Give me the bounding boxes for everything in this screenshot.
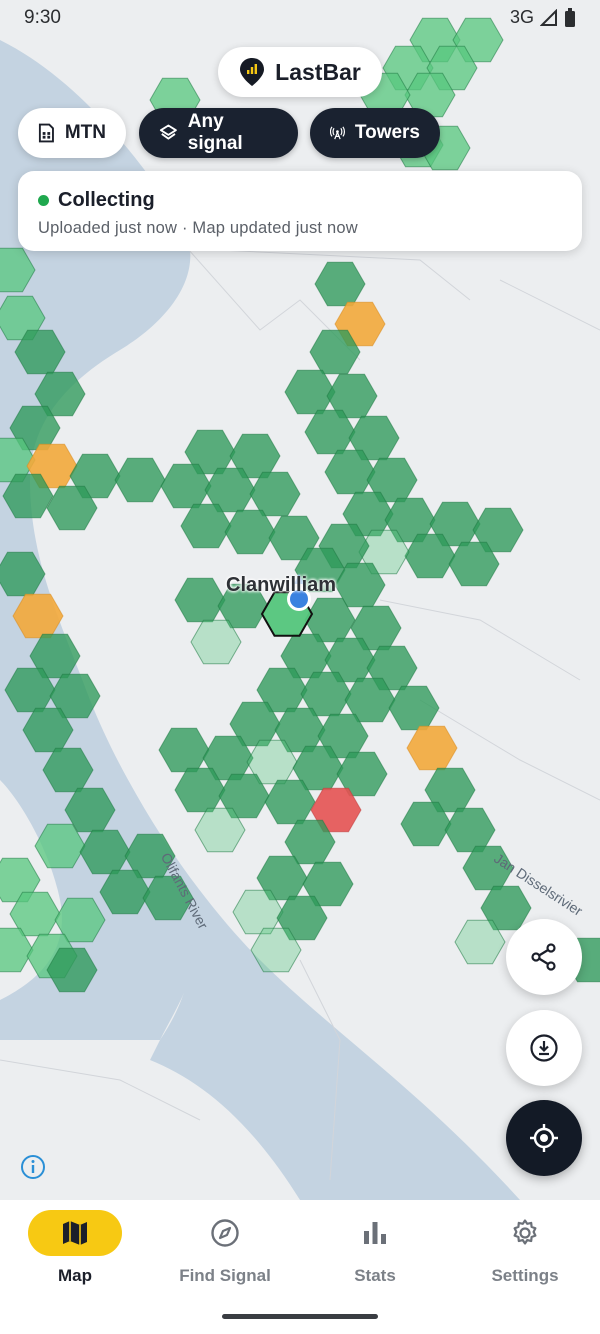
nav-item-stats[interactable]: Stats [300,1210,450,1286]
signal-hex-cell[interactable] [388,685,440,731]
signal-hex-cell[interactable] [444,807,496,853]
status-bar: 9:30 3G [0,0,600,36]
network-type: 3G [509,7,534,27]
signal-hex-cell[interactable] [249,471,301,517]
home-indicator[interactable] [222,1314,378,1319]
tower-icon [330,126,345,140]
carrier-chip[interactable]: MTN [18,108,126,158]
bar-chart-icon [364,1222,386,1244]
towers-chip-label: Towers [354,122,420,143]
clock: 9:30 [24,7,61,28]
info-icon [21,1155,45,1179]
layers-icon [159,124,177,140]
signal-hex-cell[interactable] [284,369,336,415]
carrier-chip-label: MTN [64,122,106,143]
nav-item-settings[interactable]: Settings [450,1210,600,1286]
nav-label-find-signal: Find Signal [179,1266,271,1285]
share-button[interactable] [506,919,582,995]
signal-hex-cell[interactable] [174,577,226,623]
towers-chip[interactable]: Towers [310,108,440,158]
status-dot [38,195,49,206]
place-label: Clanwilliam [226,574,337,596]
map-info-button[interactable] [20,1154,46,1185]
collection-status-card[interactable]: Collecting Uploaded just now · Map updat… [18,171,582,251]
map-icon [63,1221,87,1245]
my-location-button[interactable] [506,1100,582,1176]
signal-hex-cell[interactable] [406,725,458,771]
nav-item-find-signal[interactable]: Find Signal [150,1210,300,1286]
signal-hex-cell[interactable] [158,727,210,773]
app-brand: LastBar [218,47,382,97]
status-title: Collecting [58,189,155,211]
signal-filter-chip[interactable]: Any signal [139,108,298,158]
nav-label-settings: Settings [491,1266,559,1285]
cell-signal-icon [540,8,557,26]
share-icon [531,943,556,971]
signal-filter-label: Any signal [187,111,243,154]
download-button[interactable] [506,1010,582,1086]
gear-icon [513,1219,537,1245]
signal-hex-cell[interactable] [224,509,276,555]
download-icon [530,1034,558,1062]
battery-icon [565,7,575,27]
sim-card-icon [38,123,54,143]
signal-hex-cell[interactable] [314,261,366,307]
nav-item-map[interactable]: Map [0,1210,150,1286]
network-status: 3G [510,7,576,28]
app-title: LastBar [275,58,361,85]
lastbar-logo-icon [240,58,265,86]
nav-label-stats: Stats [354,1266,396,1285]
crosshair-icon [530,1124,558,1152]
signal-hex-cell[interactable] [114,457,166,503]
status-subtitle: Uploaded just now · Map updated just now [38,219,358,237]
compass-icon [211,1219,239,1247]
nav-label-map: Map [58,1266,92,1285]
